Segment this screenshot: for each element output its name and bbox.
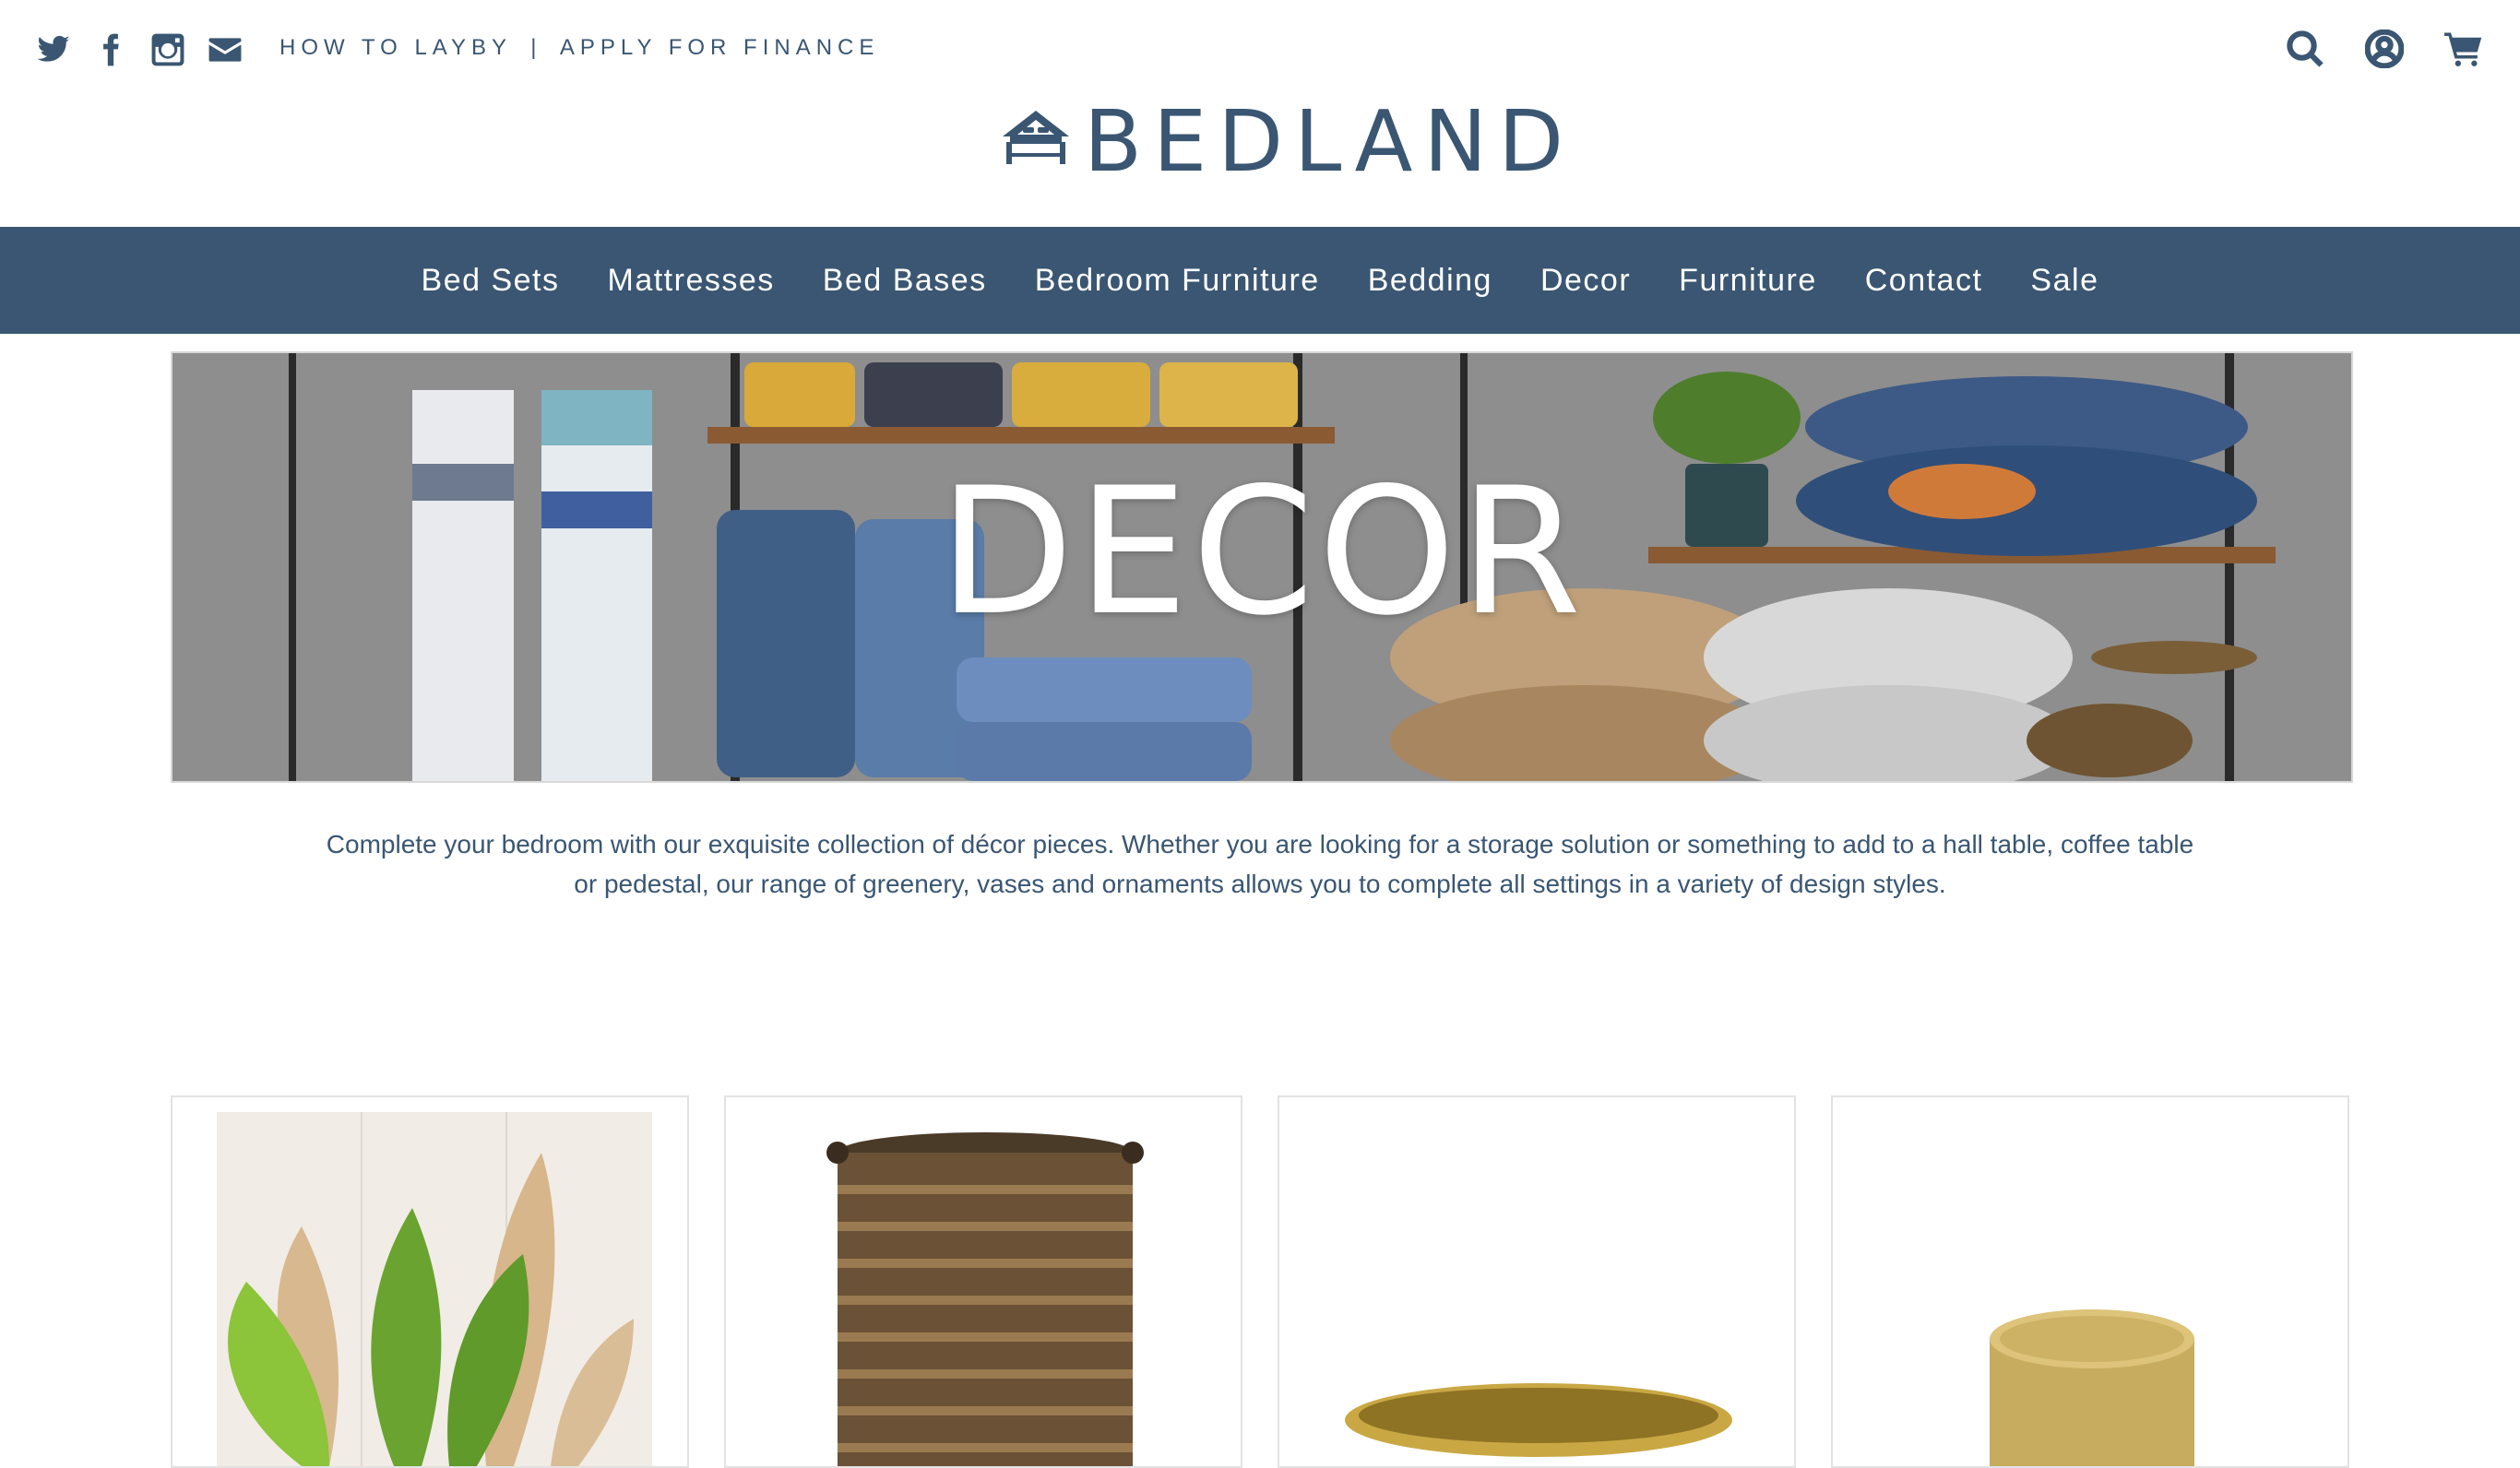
account-icon[interactable] [2364,29,2405,73]
apply-for-finance-link[interactable]: APPLY FOR FINANCE [560,35,880,60]
search-icon[interactable] [2286,30,2324,73]
facebook-icon[interactable] [92,31,129,68]
nav-item-bedding[interactable]: Bedding [1368,263,1492,299]
product-card[interactable] [1831,1095,2349,1468]
nav-item-contact[interactable]: Contact [1865,263,1983,299]
email-icon[interactable] [207,31,244,68]
twitter-icon[interactable] [35,31,72,68]
logo-text: BEDLAND [1084,92,1575,191]
brass-side-table-image [1990,1309,2194,1466]
header-actions [2286,29,2483,73]
nav-item-bed-sets[interactable]: Bed Sets [422,263,560,299]
instagram-icon[interactable] [149,31,186,68]
leaf-wall-art-image [217,1112,652,1466]
top-bar: HOW TO LAYBY | APPLY FOR FINANCE [0,0,2520,101]
nav-item-sale[interactable]: Sale [2030,263,2098,299]
nav-item-decor[interactable]: Decor [1540,263,1631,299]
hero-title: DECOR [938,450,1586,654]
nav-item-bedroom-furniture[interactable]: Bedroom Furniture [1035,263,1320,299]
nav-item-mattresses[interactable]: Mattresses [608,263,775,299]
cart-icon[interactable] [2444,30,2483,73]
product-card[interactable] [724,1095,1242,1468]
description-line-1: Complete your bedroom with our exquisite… [326,830,2194,858]
woven-basket-image [826,1132,1144,1466]
bed-house-icon [1003,111,1069,164]
product-card[interactable] [1278,1095,1796,1468]
product-grid [171,1095,2349,1468]
brass-bowl-image [1345,1383,1732,1457]
main-nav: Bed Sets Mattresses Bed Bases Bedroom Fu… [0,227,2520,334]
social-links [35,31,244,68]
hero-banner: DECOR [171,351,2353,783]
description-line-2: or pedestal, our range of greenery, vase… [574,870,1946,898]
category-description: Complete your bedroom with our exquisite… [240,824,2280,904]
how-to-layby-link[interactable]: HOW TO LAYBY [279,35,512,60]
utility-separator: | [530,35,542,60]
site-logo[interactable]: BEDLAND [999,96,1575,188]
utility-links: HOW TO LAYBY | APPLY FOR FINANCE [279,35,879,61]
product-card[interactable] [171,1095,689,1468]
nav-item-bed-bases[interactable]: Bed Bases [823,263,987,299]
nav-item-furniture[interactable]: Furniture [1679,263,1817,299]
